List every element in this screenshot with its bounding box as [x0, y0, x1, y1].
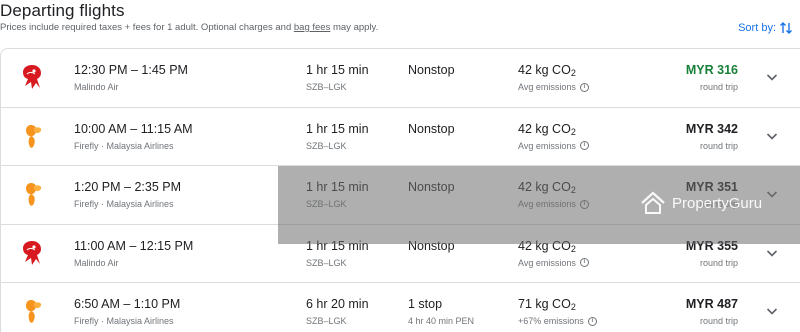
- stops-count: 1 stop: [408, 297, 443, 311]
- firefly-logo-icon: [19, 180, 45, 208]
- stops-count: Nonstop: [408, 121, 455, 136]
- co2-emissions: 42 kg CO2: [518, 239, 576, 254]
- stops-count: Nonstop: [408, 238, 455, 253]
- flight-duration: 1 hr 15 min: [306, 121, 369, 136]
- sort-by-button[interactable]: Sort by:: [738, 21, 792, 35]
- flight-results-list: 12:30 PM – 1:45 PM Malindo Air 1 hr 15 min…: [0, 48, 800, 332]
- disclaimer-text: Prices include required taxes + fees for…: [0, 22, 294, 33]
- emissions-note: Avg emissions i: [518, 199, 589, 209]
- airline-name: Firefly · Malaysia Airlines: [74, 199, 174, 209]
- expand-chevron-icon[interactable]: [764, 245, 780, 261]
- info-icon[interactable]: i: [587, 316, 597, 326]
- bag-fees-link[interactable]: bag fees: [294, 22, 330, 33]
- flight-time: 11:00 AM – 12:15 PM: [74, 238, 194, 253]
- expand-chevron-icon[interactable]: [764, 69, 780, 85]
- emissions-subscript: 2: [570, 243, 576, 254]
- malindo-air-logo-icon: [19, 63, 45, 91]
- emissions-subscript: 2: [570, 68, 576, 78]
- disclaimer-text-end: may apply.: [330, 22, 379, 33]
- malindo-air-logo-icon: [19, 239, 45, 267]
- price-type: round trip: [699, 316, 738, 326]
- stops-count: Nonstop: [408, 180, 455, 194]
- emissions-note: Avg emissions i: [518, 141, 589, 151]
- emissions-note-text: Avg emissions: [518, 140, 576, 151]
- emissions-subscript: 2: [570, 126, 576, 137]
- flight-route: SZB–LGK: [306, 199, 347, 209]
- price-disclaimer: Prices include required taxes + fees for…: [0, 22, 378, 33]
- co2-emissions: 42 kg CO2: [518, 122, 576, 137]
- propertyguru-logo-icon: [641, 191, 665, 214]
- emissions-subscript: 2: [570, 302, 576, 312]
- co2-emissions: 42 kg CO2: [518, 63, 576, 78]
- layover-detail: 4 hr 40 min PEN: [408, 316, 475, 326]
- emissions-note-text: Avg emissions: [518, 257, 576, 268]
- flight-time: 12:30 PM – 1:45 PM: [74, 63, 188, 77]
- emissions-value: 42 kg CO: [518, 180, 571, 194]
- expand-chevron-icon[interactable]: [764, 128, 780, 144]
- co2-emissions: 42 kg CO2: [518, 180, 576, 195]
- emissions-value: 71 kg CO: [518, 297, 571, 311]
- emissions-note: +67% emissions i: [518, 316, 597, 326]
- flight-route: SZB–LGK: [306, 140, 347, 151]
- sort-label: Sort by:: [738, 22, 776, 34]
- flight-price: MYR 316: [685, 63, 738, 77]
- emissions-note-text: +67% emissions: [518, 316, 584, 326]
- firefly-logo-icon: [19, 297, 45, 325]
- stops-count: Nonstop: [408, 63, 455, 77]
- flight-price: MYR 342: [685, 121, 738, 136]
- flight-route: SZB–LGK: [306, 316, 347, 326]
- emissions-value: 42 kg CO: [518, 121, 571, 136]
- flight-time: 6:50 AM – 1:10 PM: [74, 297, 181, 311]
- flight-duration: 1 hr 15 min: [306, 180, 369, 194]
- flight-row[interactable]: 12:30 PM – 1:45 PM Malindo Air 1 hr 15 min…: [1, 49, 800, 108]
- flight-row[interactable]: 10:00 AM – 11:15 AM Firefly · Malaysia Ai…: [1, 108, 800, 166]
- airline-name: Firefly · Malaysia Airlines: [74, 316, 174, 326]
- sort-icon: [780, 22, 792, 34]
- flight-time: 1:20 PM – 2:35 PM: [74, 180, 182, 194]
- flight-row[interactable]: 6:50 AM – 1:10 PM Firefly · Malaysia Airl…: [1, 283, 800, 332]
- emissions-value: 42 kg CO: [518, 63, 571, 77]
- results-header: Departing flights Prices include require…: [0, 0, 800, 48]
- watermark-text: PropertyGuru: [672, 194, 763, 212]
- airline-name: Firefly · Malaysia Airlines: [74, 140, 174, 151]
- emissions-note: Avg emissions i: [518, 258, 589, 268]
- emissions-note: Avg emissions i: [518, 82, 589, 92]
- flight-price: MYR 355: [685, 238, 738, 253]
- info-icon[interactable]: i: [579, 82, 589, 92]
- info-icon[interactable]: i: [579, 141, 589, 150]
- flight-route: SZB–LGK: [306, 82, 347, 92]
- airline-name: Malindo Air: [74, 82, 119, 92]
- page-title: Departing flights: [0, 1, 125, 20]
- watermark: PropertyGuru: [640, 191, 762, 215]
- firefly-logo-icon: [19, 122, 45, 150]
- emissions-note-text: Avg emissions: [518, 82, 576, 92]
- price-type: round trip: [699, 257, 738, 268]
- info-icon[interactable]: i: [579, 258, 589, 267]
- flight-duration: 6 hr 20 min: [306, 297, 369, 311]
- flight-row[interactable]: 11:00 AM – 12:15 PM Malindo Air 1 hr 15 mi…: [1, 225, 800, 283]
- flight-route: SZB–LGK: [306, 257, 347, 268]
- flight-duration: 1 hr 15 min: [306, 238, 369, 253]
- price-type: round trip: [699, 140, 738, 151]
- emissions-subscript: 2: [570, 185, 576, 195]
- flight-duration: 1 hr 15 min: [306, 63, 369, 77]
- price-type: round trip: [699, 82, 738, 92]
- flight-time: 10:00 AM – 11:15 AM: [74, 121, 193, 136]
- airline-name: Malindo Air: [74, 257, 119, 268]
- emissions-value: 42 kg CO: [518, 238, 571, 253]
- emissions-note-text: Avg emissions: [518, 199, 576, 209]
- expand-chevron-icon[interactable]: [764, 303, 780, 319]
- expand-chevron-icon[interactable]: [764, 186, 780, 202]
- flight-price: MYR 487: [685, 297, 738, 311]
- co2-emissions: 71 kg CO2: [518, 297, 576, 312]
- info-icon[interactable]: i: [579, 199, 589, 209]
